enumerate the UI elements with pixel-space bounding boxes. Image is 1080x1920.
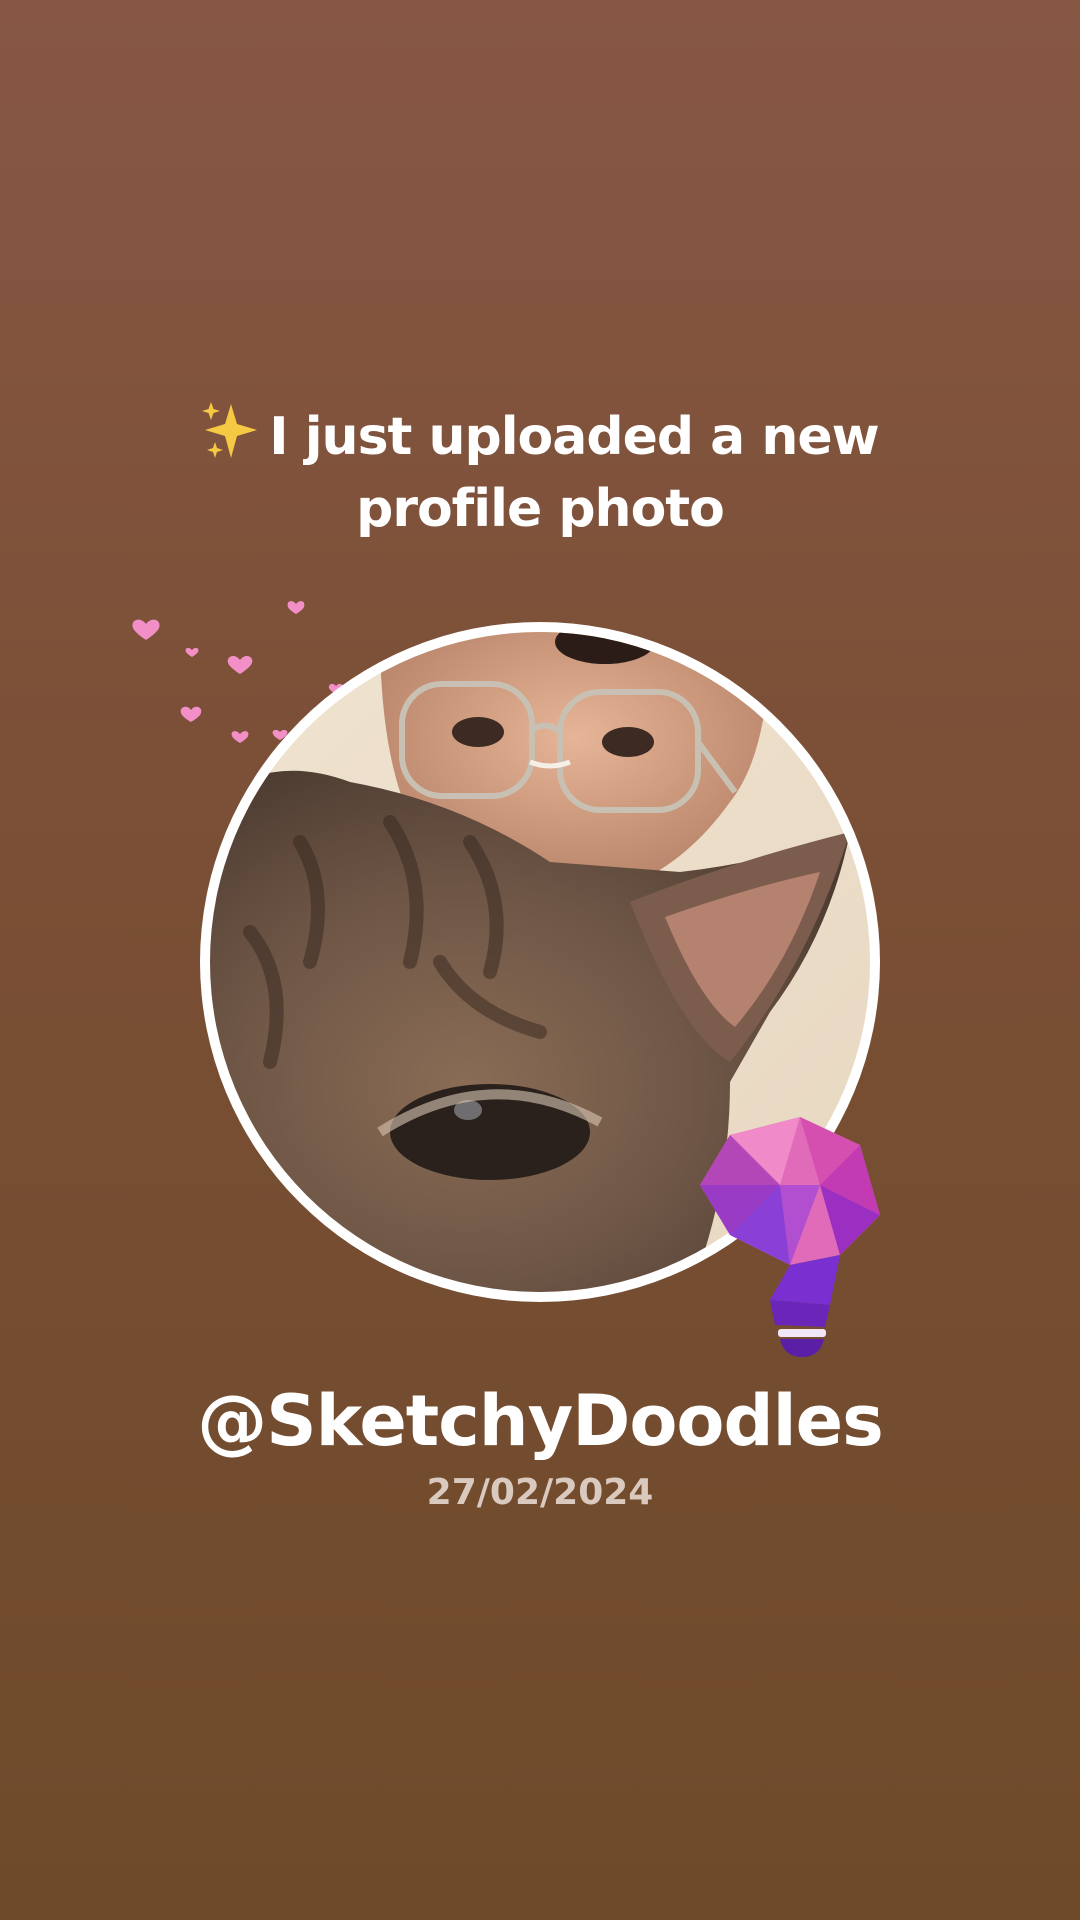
headline-line-2: profile photo: [356, 479, 725, 539]
username[interactable]: @SketchyDoodles: [0, 1380, 1080, 1462]
headline-line-1: I just uploaded a new: [0, 400, 1080, 473]
upload-date: 27/02/2024: [426, 1472, 654, 1513]
lightbulb-sticker: [700, 1117, 880, 1357]
headline-text-1: I just uploaded a new: [269, 407, 879, 467]
sparkles-icon: [202, 402, 258, 458]
headline: I just uploaded a new profile photo: [0, 400, 1080, 545]
